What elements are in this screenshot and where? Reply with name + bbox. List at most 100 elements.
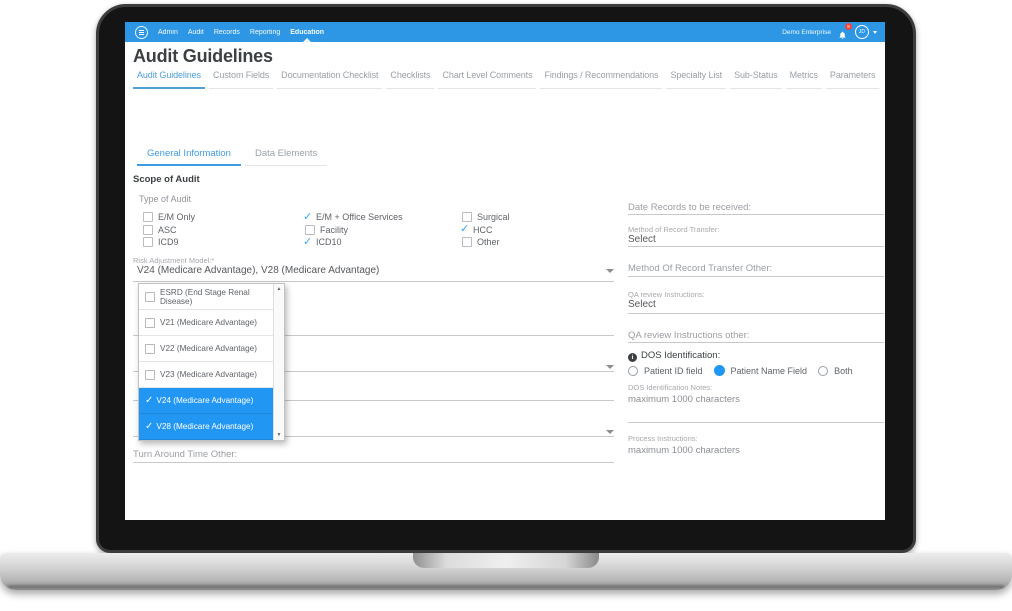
option-label: ESRD (End Stage Renal Disease) <box>160 288 272 306</box>
dos-radio-group: Patient ID field Patient Name Field Both <box>628 365 853 376</box>
chevron-down-icon[interactable] <box>606 269 614 273</box>
checkbox-icon <box>145 318 155 328</box>
date-records-label: Date Records to be received: <box>628 202 751 213</box>
nav-item-admin[interactable]: Admin <box>158 22 178 42</box>
option-label: V21 (Medicare Advantage) <box>160 318 257 327</box>
chevron-down-icon[interactable] <box>606 365 614 369</box>
page-title: Audit Guidelines <box>133 46 273 67</box>
dropdown-option-v22[interactable]: V22 (Medicare Advantage) <box>139 336 284 362</box>
nav-item-reporting[interactable]: Reporting <box>250 22 280 42</box>
chevron-down-icon[interactable] <box>606 430 614 434</box>
checkbox-icd10[interactable]: ✓ICD10 <box>305 236 462 249</box>
tab-custom-fields[interactable]: Custom Fields <box>209 70 273 89</box>
checkbox-hcc[interactable]: ✓HCC <box>462 224 612 237</box>
dos-notes-textarea[interactable]: maximum 1000 characters <box>628 394 740 405</box>
info-icon[interactable]: i <box>628 353 637 362</box>
option-label: V23 (Medicare Advantage) <box>160 370 257 379</box>
dropdown-option-esrd[interactable]: ESRD (End Stage Renal Disease) <box>139 284 284 310</box>
checkbox-asc[interactable]: ASC <box>143 224 305 237</box>
dropdown-option-v23[interactable]: V23 (Medicare Advantage) <box>139 362 284 388</box>
dropdown-scrollbar[interactable]: ▲ ▼ <box>273 284 284 440</box>
checkbox-label: ASC <box>158 225 177 235</box>
nav-item-records[interactable]: Records <box>214 22 240 42</box>
checkbox-other[interactable]: Other <box>462 236 612 249</box>
right-form-column: Date Records to be received: Method of R… <box>628 22 884 520</box>
laptop-notch <box>413 553 599 568</box>
tab-chart-level-comments[interactable]: Chart Level Comments <box>438 70 536 89</box>
checkbox-icon <box>145 344 155 354</box>
qa-review-instructions-label: QA review Instructions: <box>628 290 705 299</box>
nav-item-audit[interactable]: Audit <box>188 22 204 42</box>
main-nav: Admin Audit Records Reporting Education <box>158 22 324 42</box>
checkbox-facility[interactable]: Facility <box>305 224 462 237</box>
option-label: V22 (Medicare Advantage) <box>160 344 257 353</box>
tab-audit-guidelines[interactable]: Audit Guidelines <box>133 70 205 89</box>
method-of-record-transfer-label: Method of Record Transfer: <box>628 225 719 234</box>
checkbox-icon <box>462 212 472 222</box>
radio-label-patient-name[interactable]: Patient Name Field <box>731 366 808 376</box>
checkbox-icon <box>145 370 155 380</box>
select-field-underline <box>628 246 884 247</box>
qa-review-instructions-select[interactable]: Select <box>628 299 656 310</box>
checkbox-label: Facility <box>320 225 348 235</box>
tab-documentation-checklist[interactable]: Documentation Checklist <box>277 70 382 89</box>
dropdown-option-v28-selected[interactable]: ✓V28 (Medicare Advantage) <box>139 414 284 440</box>
checkbox-label: E/M Only <box>158 212 195 222</box>
checkbox-label: HCC <box>473 225 493 235</box>
risk-adjustment-model-value[interactable]: V24 (Medicare Advantage), V28 (Medicare … <box>137 265 379 276</box>
date-records-field-underline[interactable] <box>628 214 884 215</box>
radio-label-patient-id[interactable]: Patient ID field <box>644 366 703 376</box>
dropdown-option-v21[interactable]: V21 (Medicare Advantage) <box>139 310 284 336</box>
text-field-underline[interactable] <box>628 342 884 343</box>
checkmark-icon: ✓ <box>145 421 153 432</box>
checkmark-icon: ✓ <box>303 238 316 247</box>
subtab-data-elements[interactable]: Data Elements <box>245 148 327 166</box>
option-label: V28 (Medicare Advantage) <box>156 422 253 431</box>
type-of-audit-checkbox-grid: E/M Only ASC ICD9 ✓E/M + Office Services… <box>143 211 612 249</box>
qa-review-instructions-other-label: QA review Instructions other: <box>628 330 749 341</box>
checkbox-icon <box>143 225 153 235</box>
scroll-down-icon[interactable]: ▼ <box>274 431 284 439</box>
scope-of-audit-heading: Scope of Audit <box>133 174 200 185</box>
laptop-base <box>0 553 1012 590</box>
checkbox-surgical[interactable]: Surgical <box>462 211 612 224</box>
checkbox-icon <box>145 292 155 302</box>
hamburger-menu-icon[interactable] <box>135 26 148 39</box>
sub-tab-bar: General Information Data Elements <box>137 148 331 166</box>
dos-identification-notes-label: DOS Identification Notes: <box>628 383 712 392</box>
subtab-general-information[interactable]: General Information <box>137 148 241 166</box>
method-of-record-transfer-select[interactable]: Select <box>628 234 656 245</box>
checkbox-label: E/M + Office Services <box>316 212 403 222</box>
checkbox-icon <box>143 237 153 247</box>
checkbox-icd9[interactable]: ICD9 <box>143 236 305 249</box>
type-of-audit-label: Type of Audit <box>139 194 191 204</box>
radio-unselected-icon[interactable] <box>628 366 638 376</box>
tab-checklists[interactable]: Checklists <box>386 70 434 89</box>
option-label: V24 (Medicare Advantage) <box>156 396 253 405</box>
process-instructions-label: Process Instructions: <box>628 434 698 443</box>
process-instructions-textarea[interactable]: maximum 1000 characters <box>628 445 740 456</box>
laptop-mockup-stage: Admin Audit Records Reporting Education … <box>0 0 1012 611</box>
checkmark-icon: ✓ <box>303 213 316 222</box>
checkbox-em-office-services[interactable]: ✓E/M + Office Services <box>305 211 462 224</box>
text-field-underline[interactable] <box>628 276 884 277</box>
risk-adjustment-model-label: Risk Adjustment Model:* <box>133 256 214 265</box>
checkbox-label: ICD9 <box>158 237 179 247</box>
scroll-up-icon[interactable]: ▲ <box>274 285 284 293</box>
nav-item-education[interactable]: Education <box>290 22 324 42</box>
radio-selected-icon[interactable] <box>714 365 725 376</box>
checkmark-icon: ✓ <box>460 225 473 234</box>
dos-identification-row: i DOS Identification: <box>628 350 720 362</box>
app-screen: Admin Audit Records Reporting Education … <box>125 22 885 520</box>
text-field-underline[interactable] <box>133 462 614 463</box>
select-field-underline <box>628 313 884 314</box>
dropdown-option-v24-selected[interactable]: ✓V24 (Medicare Advantage) <box>139 388 284 414</box>
dos-identification-label: DOS Identification: <box>641 350 720 361</box>
checkbox-icon <box>143 212 153 222</box>
radio-label-both[interactable]: Both <box>834 366 853 376</box>
checkbox-em-only[interactable]: E/M Only <box>143 211 305 224</box>
method-of-record-transfer-other-label: Method Of Record Transfer Other: <box>628 263 772 274</box>
radio-unselected-icon[interactable] <box>818 366 828 376</box>
field-underline <box>133 281 614 282</box>
checkbox-label: Surgical <box>477 212 510 222</box>
